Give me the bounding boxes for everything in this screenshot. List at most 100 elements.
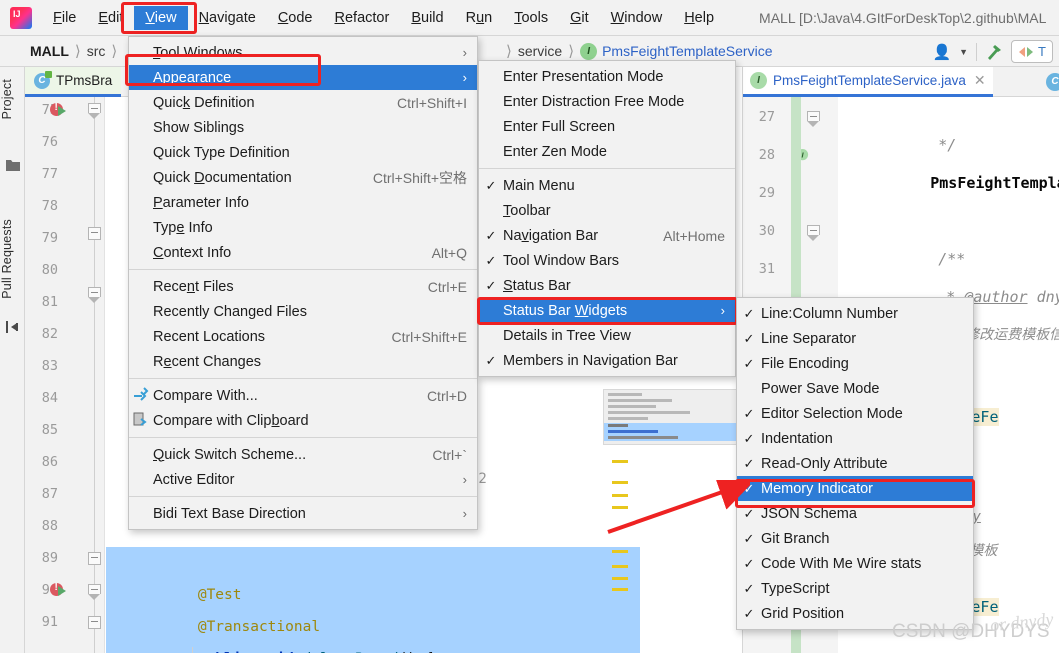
menu-item-recent-files[interactable]: Recent Files Ctrl+E: [129, 274, 477, 299]
menu-item-recent-locations[interactable]: Recent Locations Ctrl+Shift+E: [129, 324, 477, 349]
menu-item-typescript[interactable]: ✓ TypeScript: [737, 576, 973, 601]
menu-accelerator: Ctrl+Shift+空格: [372, 169, 467, 186]
menu-refactor[interactable]: Refactor: [324, 6, 401, 30]
menu-item-quick-definition[interactable]: Quick Definition Ctrl+Shift+I: [129, 90, 477, 115]
menu-item-type-info[interactable]: Type Info: [129, 215, 477, 240]
breadcrumb-project[interactable]: MALL: [30, 43, 69, 59]
menu-view[interactable]: View: [134, 5, 188, 30]
view-menu-popup[interactable]: Tool Windows › Appearance › Quick Defini…: [128, 36, 478, 530]
menu-item-git-branch[interactable]: ✓ Git Branch: [737, 526, 973, 551]
menu-item-read-only-attribute[interactable]: ✓ Read-Only Attribute: [737, 451, 973, 476]
run-test-gutter-icon[interactable]: [50, 582, 70, 597]
menu-item-status-bar[interactable]: ✓ Status Bar: [479, 273, 735, 298]
menu-item-recent-changes[interactable]: Recent Changes: [129, 349, 477, 374]
menu-item-navigation-bar[interactable]: ✓ Navigation Bar Alt+Home: [479, 223, 735, 248]
code-fold-marker[interactable]: [88, 103, 101, 119]
code-fold-marker[interactable]: [88, 287, 101, 303]
menu-item-bidi-text-base-direction[interactable]: Bidi Text Base Direction ›: [129, 501, 477, 526]
menu-accelerator: Ctrl+E: [427, 278, 467, 295]
menu-item-quick-switch-scheme[interactable]: Quick Switch Scheme... Ctrl+`: [129, 442, 477, 467]
checkmark-icon: ✓: [743, 305, 755, 321]
thumb-line: [608, 424, 628, 427]
line-number: 76: [41, 134, 58, 150]
checkmark-icon: ✓: [743, 355, 755, 371]
menu-item-appearance[interactable]: Appearance ›: [129, 65, 477, 90]
intellij-idea-logo-icon: [10, 6, 32, 29]
menu-window[interactable]: Window: [600, 6, 674, 30]
menu-item-code-with-me-wire-stats[interactable]: ✓ Code With Me Wire stats: [737, 551, 973, 576]
menu-edit[interactable]: Edit: [87, 6, 134, 30]
code-fold-marker[interactable]: [88, 584, 101, 600]
menu-item-indentation[interactable]: ✓ Indentation: [737, 426, 973, 451]
menu-file[interactable]: File: [42, 6, 87, 30]
menu-build[interactable]: Build: [400, 6, 454, 30]
code-fold-marker[interactable]: [807, 111, 820, 127]
menu-item-power-save-mode[interactable]: Power Save Mode: [737, 376, 973, 401]
menu-item-parameter-info[interactable]: Parameter Info: [129, 190, 477, 215]
menu-item-main-menu[interactable]: ✓ Main Menu: [479, 173, 735, 198]
status-bar-widgets-menu-popup[interactable]: ✓ Line:Column Number ✓ Line Separator ✓ …: [736, 297, 974, 630]
hammer-build-icon[interactable]: [985, 43, 1003, 61]
user-avatar-icon[interactable]: 👤: [932, 43, 951, 61]
code-fold-marker[interactable]: [88, 227, 101, 240]
menu-item-members-in-navigation-bar[interactable]: ✓ Members in Navigation Bar: [479, 348, 735, 373]
minimap-warning-mark: [612, 565, 628, 568]
menu-item-json-schema[interactable]: ✓ JSON Schema: [737, 501, 973, 526]
menu-item-memory-indicator[interactable]: ✓ Memory Indicator: [737, 476, 973, 501]
breadcrumb-service[interactable]: service: [518, 43, 562, 59]
menu-label: Tool Window Bars: [503, 252, 620, 269]
close-icon[interactable]: ✕: [974, 72, 986, 89]
menu-label: Code With Me Wire stats: [761, 555, 922, 572]
menu-item-enter-presentation-mode[interactable]: Enter Presentation Mode: [479, 64, 735, 89]
run-test-gutter-icon[interactable]: [50, 102, 70, 117]
menu-item-show-siblings[interactable]: Show Siblings: [129, 115, 477, 140]
menu-item-compare-with[interactable]: Compare With... Ctrl+D: [129, 383, 477, 408]
pull-request-icon: [6, 321, 18, 333]
menu-item-active-editor[interactable]: Active Editor ›: [129, 467, 477, 492]
appearance-menu-popup[interactable]: Enter Presentation Mode Enter Distractio…: [478, 60, 736, 377]
breadcrumb-class[interactable]: PmsFeightTemplateService: [602, 43, 772, 59]
code-fold-marker[interactable]: [807, 225, 820, 241]
menu-item-status-bar-widgets[interactable]: Status Bar Widgets ›: [479, 298, 735, 323]
menu-item-quick-documentation[interactable]: Quick Documentation Ctrl+Shift+空格: [129, 165, 477, 190]
navigate-back-forward-button[interactable]: T: [1011, 40, 1053, 63]
menu-item-file-encoding[interactable]: ✓ File Encoding: [737, 351, 973, 376]
menu-item-toolbar[interactable]: Toolbar: [479, 198, 735, 223]
menu-tools[interactable]: Tools: [503, 6, 559, 30]
line-number: 79: [41, 230, 58, 246]
breadcrumb-src[interactable]: src: [87, 43, 106, 59]
menu-item-compare-with-clipboard[interactable]: Compare with Clipboard: [129, 408, 477, 433]
code-fold-marker[interactable]: [88, 552, 101, 565]
sidebar-item-pull-requests[interactable]: Pull Requests: [0, 219, 25, 299]
menu-item-context-info[interactable]: Context Info Alt+Q: [129, 240, 477, 265]
menu-item-line-column-number[interactable]: ✓ Line:Column Number: [737, 301, 973, 326]
sidebar-item-project[interactable]: Project: [0, 79, 25, 119]
code-fold-marker[interactable]: [88, 616, 101, 629]
menu-item-tool-windows[interactable]: Tool Windows ›: [129, 40, 477, 65]
menu-item-enter-full-screen[interactable]: Enter Full Screen: [479, 114, 735, 139]
code-line-27: */: [838, 97, 956, 154]
menu-code[interactable]: Code: [267, 6, 324, 30]
editor-tab-pmsfeighttemplateservice[interactable]: I PmsFeightTemplateService.java ✕: [743, 67, 993, 97]
menu-label: Memory Indicator: [761, 480, 874, 497]
editor-tab-tpmsbrand[interactable]: C TPmsBra: [25, 67, 122, 97]
line-number: 30: [758, 223, 775, 239]
navigate-back-forward-icon: [1019, 46, 1034, 57]
menu-item-enter-distraction-free-mode[interactable]: Enter Distraction Free Mode: [479, 89, 735, 114]
menu-item-recently-changed-files[interactable]: Recently Changed Files: [129, 299, 477, 324]
menu-label: Grid Position: [761, 605, 845, 622]
menu-item-line-separator[interactable]: ✓ Line Separator: [737, 326, 973, 351]
menu-item-details-in-tree-view[interactable]: Details in Tree View: [479, 323, 735, 348]
menu-help[interactable]: Help: [673, 6, 725, 30]
menu-item-editor-selection-mode[interactable]: ✓ Editor Selection Mode: [737, 401, 973, 426]
menu-item-enter-zen-mode[interactable]: Enter Zen Mode: [479, 139, 735, 164]
menu-navigate[interactable]: Navigate: [188, 6, 267, 30]
menu-item-tool-window-bars[interactable]: ✓ Tool Window Bars: [479, 248, 735, 273]
menu-run[interactable]: Run: [455, 6, 504, 30]
code-line-30: /**: [838, 211, 965, 268]
menu-git[interactable]: Git: [559, 6, 600, 30]
chevron-down-icon[interactable]: ▼: [959, 47, 968, 57]
editor-tab-next-partial[interactable]: C: [1046, 73, 1059, 91]
menu-item-quick-type-definition[interactable]: Quick Type Definition: [129, 140, 477, 165]
minimap-warning-mark: [612, 588, 628, 591]
